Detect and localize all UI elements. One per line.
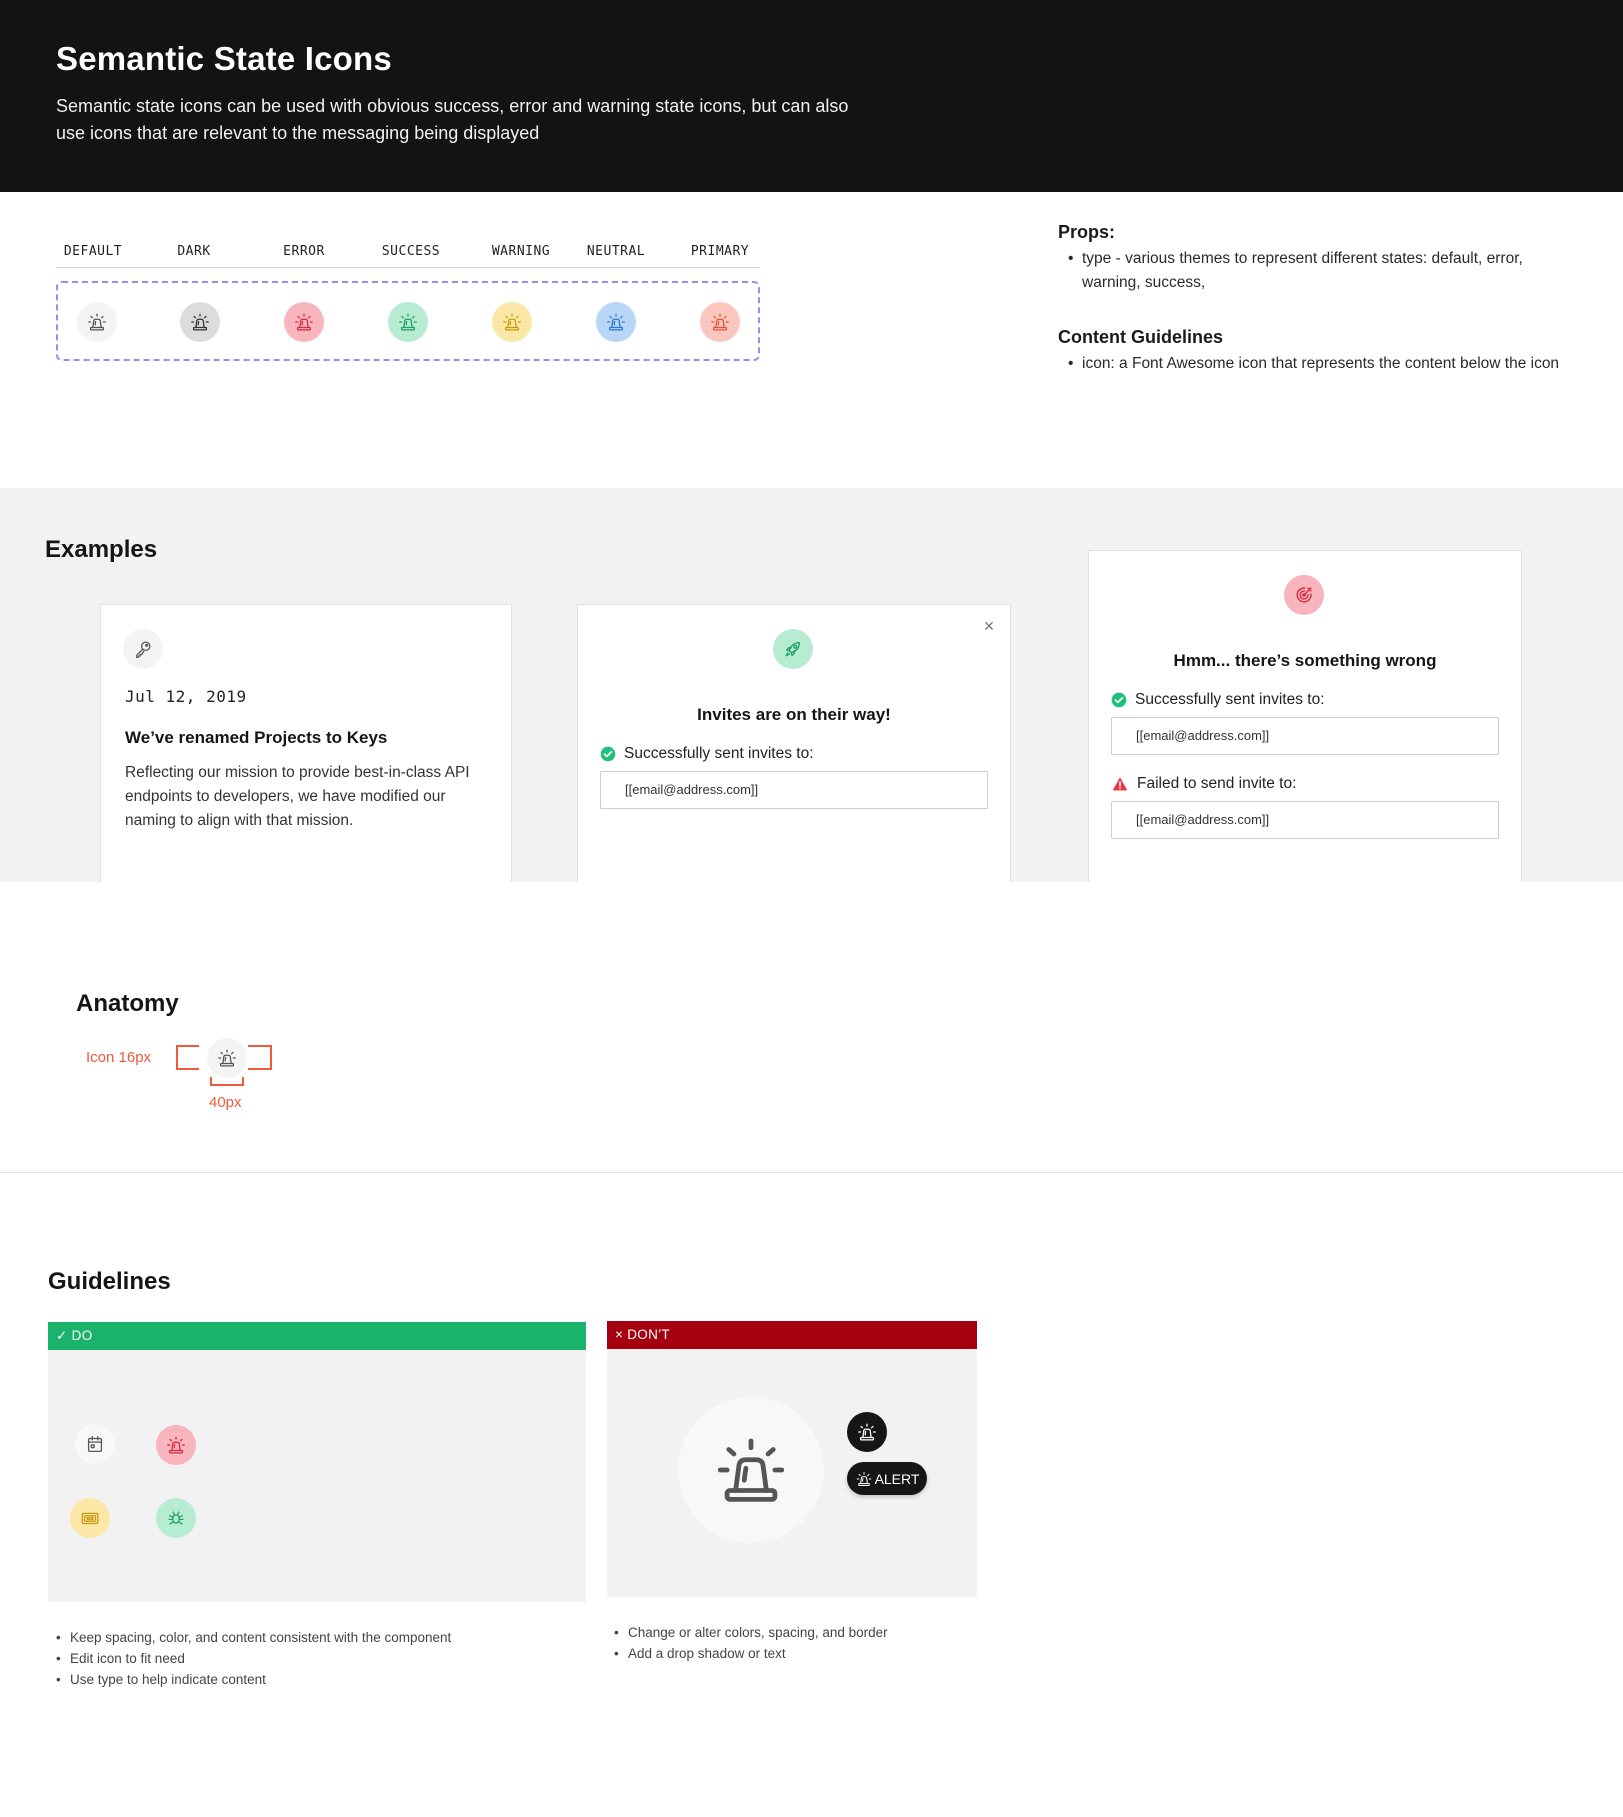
error-card-fail-email-field[interactable]: [[email@address.com]] — [1111, 801, 1499, 839]
announcement-title: We’ve renamed Projects to Keys — [125, 728, 388, 747]
announcement-date: Jul 12, 2019 — [125, 687, 247, 706]
siren-icon — [501, 311, 523, 333]
dont-example-alert-pill: ALERT — [847, 1462, 927, 1495]
do-example-error — [156, 1425, 196, 1465]
example-card-announcement: Jul 12, 2019 We’ve renamed Projects to K… — [100, 604, 512, 882]
siren-icon — [709, 311, 731, 333]
state-icon-dark — [180, 302, 220, 342]
props-list: type - various themes to represent diffe… — [1068, 247, 1578, 295]
siren-icon — [216, 1047, 238, 1069]
guidelines-heading: Guidelines — [48, 1268, 171, 1295]
target-icon-badge — [1284, 575, 1324, 615]
section-divider — [0, 1172, 1623, 1173]
do-example-default — [75, 1424, 115, 1464]
dont-panel: × DON’T ALERT — [607, 1321, 977, 1597]
error-card-success-email-field[interactable]: [[email@address.com]] — [1111, 717, 1499, 755]
dont-banner: × DON’T — [607, 1321, 977, 1349]
anatomy-container-size-label: 40px — [209, 1094, 242, 1111]
siren-icon — [189, 311, 211, 333]
state-label-error: ERROR — [283, 244, 325, 259]
state-label-warning: WARNING — [491, 244, 551, 259]
state-icon-warning — [492, 302, 532, 342]
invites-success-label: Successfully sent invites to: — [624, 745, 814, 762]
content-guidelines-item: icon: a Font Awesome icon that represent… — [1068, 352, 1578, 376]
example-card-invites-success: × Invites are on their way! Successfully… — [577, 604, 1011, 882]
invites-title: Invites are on their way! — [697, 705, 891, 724]
siren-icon — [605, 311, 627, 333]
key-icon-badge — [123, 629, 163, 669]
do-panel: ✓ DO — [48, 1322, 586, 1602]
state-icon-default — [77, 302, 117, 342]
anatomy-heading: Anatomy — [76, 990, 179, 1017]
examples-section: Examples Jul 12, 2019 We’ve renamed Proj… — [0, 488, 1623, 882]
do-banner: ✓ DO — [48, 1322, 586, 1350]
anatomy-icon-size-label: Icon 16px — [86, 1049, 152, 1066]
check-circle-icon — [600, 746, 616, 762]
page-description: Semantic state icons can be used with ob… — [56, 96, 849, 143]
dont-item: Change or alter colors, spacing, and bor… — [614, 1622, 888, 1643]
announcement-body: Reflecting our mission to provide best-i… — [125, 764, 470, 829]
content-guidelines-heading: Content Guidelines — [1058, 327, 1224, 347]
invites-email-field[interactable]: [[email@address.com]] — [600, 771, 988, 809]
examples-heading: Examples — [45, 536, 158, 563]
warning-icon — [1111, 776, 1129, 792]
state-labels-row: DEFAULT DARK ERROR SUCCESS WARNING NEUTR… — [56, 244, 760, 268]
state-label-primary: PRIMARY — [690, 244, 750, 259]
do-list: Keep spacing, color, and content consist… — [56, 1627, 451, 1690]
state-label-default: DEFAULT — [63, 244, 123, 259]
error-card-fail-label: Failed to send invite to: — [1137, 775, 1297, 792]
anatomy-right-bracket — [248, 1045, 272, 1070]
state-icon-primary — [700, 302, 740, 342]
rocket-icon — [782, 638, 804, 660]
page-title: Semantic State Icons — [56, 40, 392, 77]
state-icon-neutral — [596, 302, 636, 342]
siren-icon — [86, 311, 108, 333]
siren-icon — [293, 311, 315, 333]
siren-icon — [856, 1421, 878, 1443]
do-item: Keep spacing, color, and content consist… — [56, 1627, 451, 1648]
ticket-icon — [79, 1507, 101, 1529]
props-panel: Props: type - various themes to represen… — [1058, 222, 1578, 376]
target-icon — [1293, 584, 1315, 606]
anatomy-icon — [207, 1038, 247, 1078]
key-icon — [132, 638, 154, 660]
close-icon[interactable]: × — [980, 617, 998, 635]
props-heading: Props: — [1058, 222, 1116, 242]
page-header: Semantic State Icons Semantic state icon… — [0, 0, 1623, 192]
state-icons-frame — [56, 281, 760, 361]
alert-text: ALERT — [874, 1470, 920, 1487]
siren-icon — [855, 1470, 873, 1488]
state-label-dark: DARK — [177, 244, 211, 259]
do-item: Edit icon to fit need — [56, 1648, 451, 1669]
content-guidelines-list: icon: a Font Awesome icon that represent… — [1068, 352, 1578, 376]
do-example-warning — [70, 1498, 110, 1538]
invites-success-line: Successfully sent invites to: — [600, 745, 814, 763]
example-card-invites-error: Hmm... there’s something wrong Successfu… — [1088, 550, 1522, 882]
dont-example-dark — [847, 1412, 887, 1452]
rocket-icon-badge — [773, 629, 813, 669]
dont-example-oversized — [678, 1397, 824, 1543]
anatomy-bottom-bracket — [210, 1077, 244, 1086]
state-icon-success — [388, 302, 428, 342]
do-item: Use type to help indicate content — [56, 1669, 451, 1690]
dont-list: Change or alter colors, spacing, and bor… — [614, 1622, 888, 1664]
anatomy-left-bracket — [176, 1045, 199, 1070]
dont-item: Add a drop shadow or text — [614, 1643, 888, 1664]
do-example-success — [156, 1498, 196, 1538]
siren-icon — [710, 1429, 792, 1511]
error-card-success-label: Successfully sent invites to: — [1135, 691, 1325, 708]
bug-icon — [165, 1507, 187, 1529]
state-label-neutral: NEUTRAL — [586, 244, 646, 259]
siren-icon — [397, 311, 419, 333]
state-icon-error — [284, 302, 324, 342]
error-card-fail-line: Failed to send invite to: — [1111, 775, 1296, 793]
check-circle-icon — [1111, 692, 1127, 708]
state-label-success: SUCCESS — [381, 244, 441, 259]
error-card-title: Hmm... there’s something wrong — [1173, 651, 1437, 670]
props-item: type - various themes to represent diffe… — [1068, 247, 1578, 295]
calendar-icon — [84, 1433, 106, 1455]
siren-icon — [165, 1434, 187, 1456]
error-card-success-line: Successfully sent invites to: — [1111, 691, 1325, 709]
